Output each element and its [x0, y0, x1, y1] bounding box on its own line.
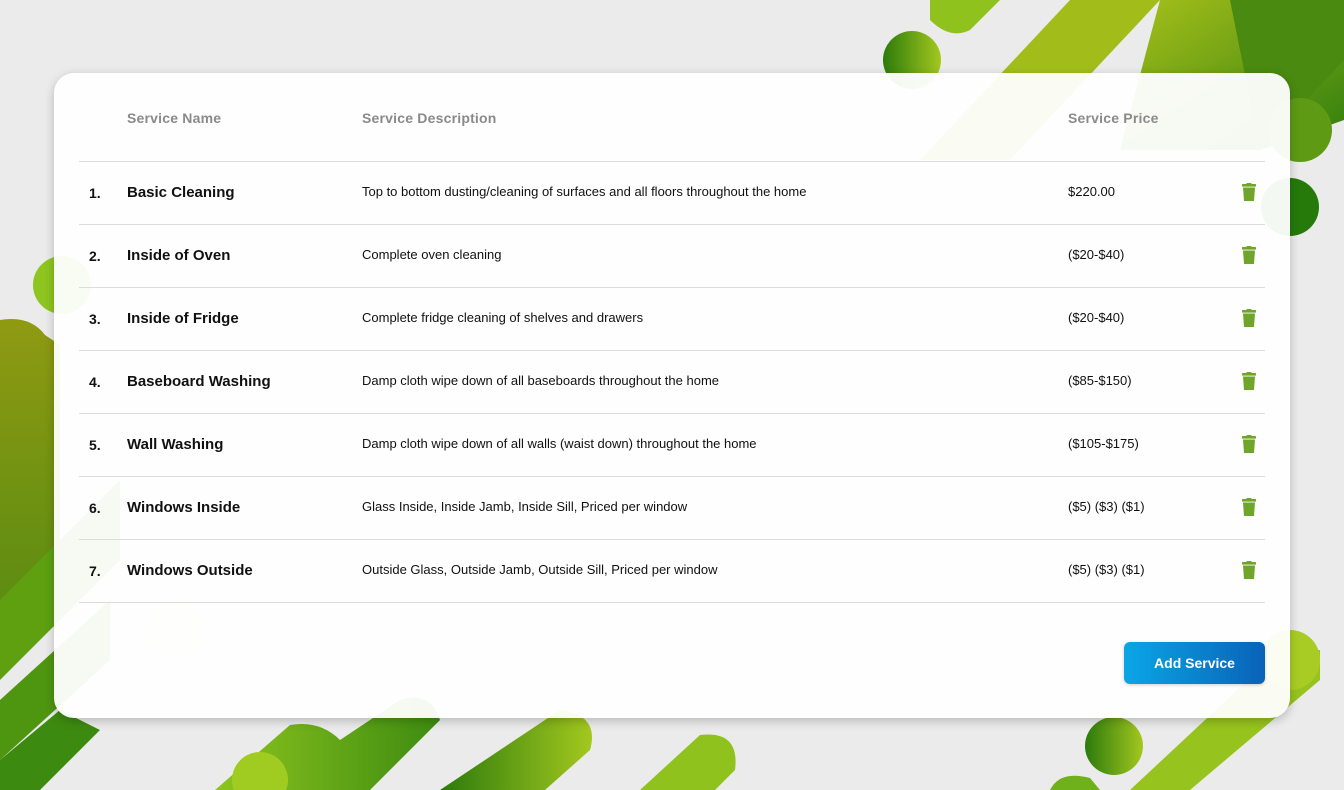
service-name: Windows Inside	[127, 499, 241, 516]
row-number: 6.	[89, 500, 101, 516]
service-description: Complete fridge cleaning of shelves and …	[362, 310, 644, 325]
service-name: Windows Outside	[127, 562, 253, 579]
table-row: 5. Wall Washing Damp cloth wipe down of …	[79, 414, 1265, 477]
header-service-price: Service Price	[1068, 110, 1159, 126]
service-description: Damp cloth wipe down of all walls (waist…	[362, 436, 757, 451]
service-price: ($85-$150)	[1068, 373, 1132, 388]
table-row: 7. Windows Outside Outside Glass, Outsid…	[79, 540, 1265, 603]
trash-icon[interactable]	[1241, 246, 1257, 264]
service-price: ($20-$40)	[1068, 247, 1125, 262]
add-service-button[interactable]: Add Service	[1124, 642, 1265, 684]
service-name: Basic Cleaning	[127, 184, 235, 201]
service-name: Baseboard Washing	[127, 373, 271, 390]
services-table-body: 1. Basic Cleaning Top to bottom dusting/…	[79, 162, 1265, 603]
service-name: Inside of Oven	[127, 247, 231, 264]
service-price: ($20-$40)	[1068, 310, 1125, 325]
table-row: 4. Baseboard Washing Damp cloth wipe dow…	[79, 351, 1265, 414]
table-header: Service Name Service Description Service…	[79, 73, 1265, 162]
header-service-name: Service Name	[127, 110, 222, 126]
trash-icon[interactable]	[1241, 561, 1257, 579]
trash-icon[interactable]	[1241, 309, 1257, 327]
service-description: Top to bottom dusting/cleaning of surfac…	[362, 184, 807, 199]
row-number: 5.	[89, 437, 101, 453]
service-price: ($5) ($3) ($1)	[1068, 499, 1145, 514]
row-number: 7.	[89, 563, 101, 579]
service-price: ($105-$175)	[1068, 436, 1139, 451]
service-description: Complete oven cleaning	[362, 247, 502, 262]
row-number: 2.	[89, 248, 101, 264]
service-price: $220.00	[1068, 184, 1115, 199]
header-service-description: Service Description	[362, 110, 497, 126]
table-row: 2. Inside of Oven Complete oven cleaning…	[79, 225, 1265, 288]
service-description: Outside Glass, Outside Jamb, Outside Sil…	[362, 562, 718, 577]
table-row: 1. Basic Cleaning Top to bottom dusting/…	[79, 162, 1265, 225]
service-description: Damp cloth wipe down of all baseboards t…	[362, 373, 719, 388]
trash-icon[interactable]	[1241, 372, 1257, 390]
service-price: ($5) ($3) ($1)	[1068, 562, 1145, 577]
table-row: 3. Inside of Fridge Complete fridge clea…	[79, 288, 1265, 351]
row-number: 1.	[89, 185, 101, 201]
service-name: Wall Washing	[127, 436, 224, 453]
table-row: 6. Windows Inside Glass Inside, Inside J…	[79, 477, 1265, 540]
trash-icon[interactable]	[1241, 183, 1257, 201]
service-name: Inside of Fridge	[127, 310, 239, 327]
services-card: Service Name Service Description Service…	[54, 73, 1290, 718]
row-number: 3.	[89, 311, 101, 327]
trash-icon[interactable]	[1241, 435, 1257, 453]
row-number: 4.	[89, 374, 101, 390]
service-description: Glass Inside, Inside Jamb, Inside Sill, …	[362, 499, 688, 514]
trash-icon[interactable]	[1241, 498, 1257, 516]
